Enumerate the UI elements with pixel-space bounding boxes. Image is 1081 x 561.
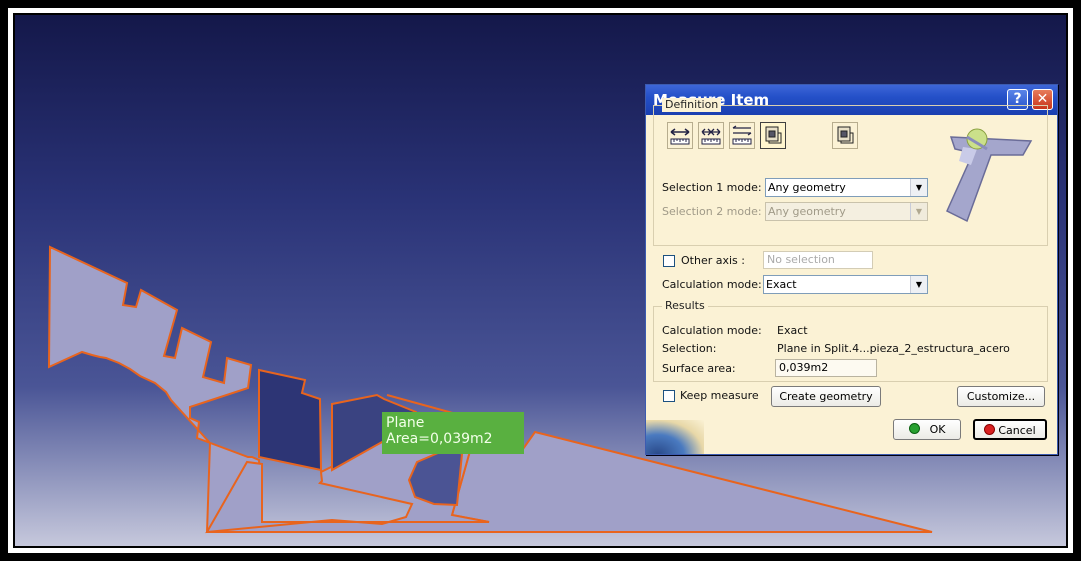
results-area-field: 0,039m2 bbox=[775, 359, 877, 377]
measure-annotation[interactable]: Plane Area=0,039m2 bbox=[382, 412, 524, 454]
results-title: Results bbox=[662, 299, 708, 313]
ok-label: OK bbox=[929, 423, 946, 436]
keep-measure-label: Keep measure bbox=[680, 389, 759, 402]
other-axis-checkbox[interactable] bbox=[663, 255, 675, 267]
measure-annotation-type: Plane bbox=[386, 415, 425, 431]
chevron-down-icon: ▼ bbox=[910, 203, 927, 220]
cancel-label: Cancel bbox=[998, 424, 1036, 437]
other-axis-placeholder: No selection bbox=[767, 253, 835, 266]
globe-decoration bbox=[646, 420, 704, 454]
selection2-value: Any geometry bbox=[768, 205, 846, 218]
ok-button[interactable]: OK bbox=[893, 419, 961, 440]
customize-button[interactable]: Customize... bbox=[957, 386, 1045, 407]
create-geometry-label: Create geometry bbox=[779, 390, 873, 403]
results-area-value: 0,039m2 bbox=[779, 361, 829, 374]
measure-between-fan-icon[interactable] bbox=[729, 122, 755, 149]
caliper-icon bbox=[946, 128, 1033, 223]
selection1-dropdown[interactable]: Any geometry ▼ bbox=[765, 178, 928, 197]
measure-between-chain-icon[interactable] bbox=[698, 122, 724, 149]
create-geometry-button[interactable]: Create geometry bbox=[771, 386, 881, 407]
chevron-down-icon: ▼ bbox=[910, 276, 927, 293]
cancel-button[interactable]: Cancel bbox=[973, 419, 1047, 440]
selection2-dropdown[interactable]: Any geometry ▼ bbox=[765, 202, 928, 221]
results-calc-value: Exact bbox=[777, 324, 808, 337]
definition-title: Definition bbox=[662, 98, 722, 112]
measure-item-dialog: Measure Item ? ✕ Definition Selection 1 … bbox=[645, 84, 1058, 455]
measure-between-icon[interactable] bbox=[667, 122, 693, 149]
selection2-label: Selection 2 mode: bbox=[662, 205, 762, 218]
results-selection-label: Selection: bbox=[662, 342, 717, 355]
calculation-mode-dropdown[interactable]: Exact ▼ bbox=[763, 275, 928, 294]
cancel-icon bbox=[984, 424, 996, 435]
results-area-label: Surface area: bbox=[662, 362, 736, 375]
measure-annotation-area: Area=0,039m2 bbox=[386, 431, 493, 447]
measure-thickness-icon[interactable] bbox=[832, 122, 858, 149]
ok-icon bbox=[908, 423, 920, 434]
chevron-down-icon: ▼ bbox=[910, 179, 927, 196]
selection1-label: Selection 1 mode: bbox=[662, 181, 762, 194]
keep-measure-checkbox[interactable] bbox=[663, 390, 675, 402]
selection1-value: Any geometry bbox=[768, 181, 846, 194]
customize-label: Customize... bbox=[966, 390, 1036, 403]
other-axis-label: Other axis : bbox=[681, 254, 745, 267]
calculation-mode-value: Exact bbox=[766, 278, 797, 291]
part-inner-cut bbox=[258, 368, 323, 472]
measure-item-icon[interactable] bbox=[760, 122, 786, 149]
calculation-mode-label: Calculation mode: bbox=[662, 278, 762, 291]
results-calc-label: Calculation mode: bbox=[662, 324, 762, 337]
other-axis-field[interactable]: No selection bbox=[763, 251, 873, 269]
results-selection-value: Plane in Split.4...pieza_2_estructura_ac… bbox=[777, 342, 1010, 355]
